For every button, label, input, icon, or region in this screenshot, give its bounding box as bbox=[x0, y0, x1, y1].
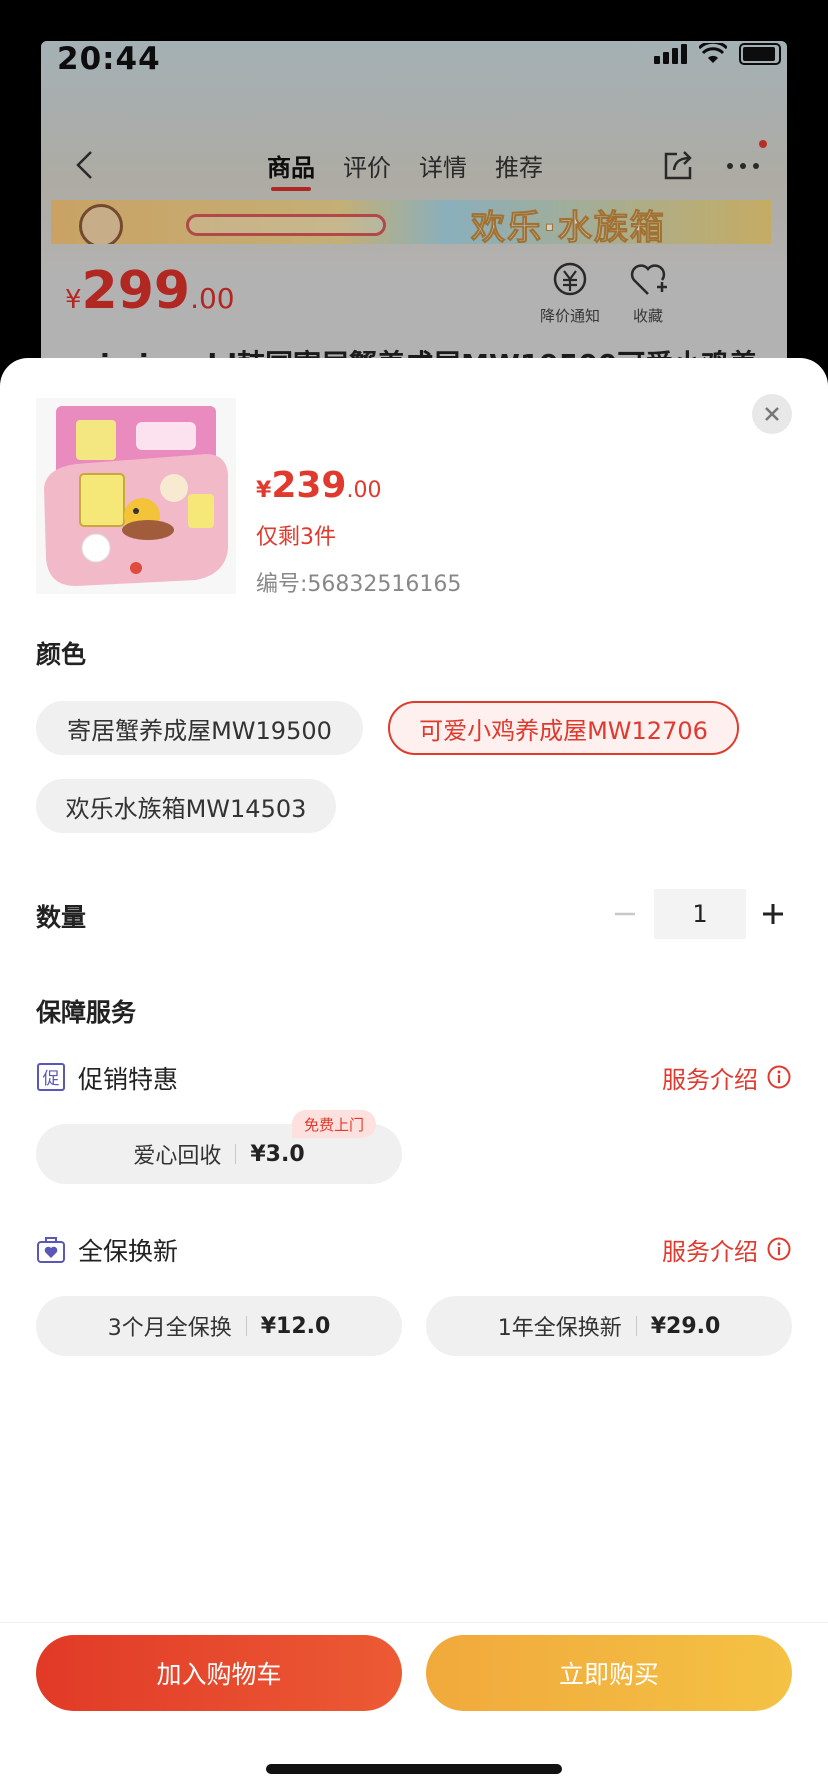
guarantee-section-title: 保障服务 bbox=[36, 998, 137, 1027]
sku-bottom-sheet: ¥239.00 仅剩3件 编号:56832516165 颜色 寄居蟹养成屋MW1… bbox=[0, 358, 828, 1792]
buy-now-button[interactable]: 立即购买 bbox=[426, 1635, 792, 1711]
option-price: ¥12.0 bbox=[260, 1313, 331, 1339]
product-thumbnail bbox=[36, 398, 236, 594]
promo-service-label: 促销特惠 bbox=[78, 1065, 179, 1094]
quantity-section-title: 数量 bbox=[36, 903, 87, 932]
divider bbox=[635, 1316, 637, 1336]
close-button[interactable] bbox=[752, 394, 792, 434]
promo-service-intro-link[interactable]: 服务介绍 bbox=[662, 1060, 758, 1095]
quantity-plus-icon[interactable] bbox=[758, 899, 788, 929]
color-option-chick[interactable]: 可爱小鸡养成屋MW12706 bbox=[388, 701, 739, 755]
color-option-aquarium[interactable]: 欢乐水族箱MW14503 bbox=[36, 779, 336, 833]
promo-service-row: 促 促销特惠 服务介绍 bbox=[36, 1058, 792, 1098]
option-1-year-replacement[interactable]: 1年全保换新 ¥29.0 bbox=[426, 1296, 792, 1356]
info-icon[interactable] bbox=[766, 1236, 792, 1262]
add-to-cart-button[interactable]: 加入购物车 bbox=[36, 1635, 402, 1711]
close-icon bbox=[765, 407, 779, 421]
divider bbox=[245, 1316, 247, 1336]
stock-remaining: 仅剩3件 bbox=[256, 525, 336, 550]
svg-text:促: 促 bbox=[43, 1069, 60, 1089]
footer-divider bbox=[0, 1622, 828, 1623]
replacement-service-label: 全保换新 bbox=[78, 1237, 179, 1266]
sku-price: ¥239.00 bbox=[256, 465, 381, 506]
price-integer: 239 bbox=[271, 465, 347, 506]
option-price: ¥29.0 bbox=[650, 1313, 721, 1339]
promo-tag-icon: 促 bbox=[37, 1063, 65, 1091]
quantity-minus-icon[interactable] bbox=[610, 899, 640, 929]
screen: 20:44 商品 评价 详情 推荐 欢乐·水族箱 ¥299.00 降价通知 收藏… bbox=[0, 0, 828, 1792]
modal-overlay[interactable] bbox=[0, 0, 828, 400]
color-section-title: 颜色 bbox=[36, 640, 87, 669]
replacement-service-row: 全保换新 服务介绍 bbox=[36, 1230, 792, 1270]
option-name: 3个月全保换 bbox=[107, 1316, 232, 1341]
info-icon[interactable] bbox=[766, 1064, 792, 1090]
home-indicator bbox=[266, 1764, 562, 1774]
replacement-service-intro-link[interactable]: 服务介绍 bbox=[662, 1232, 758, 1267]
option-3-month-replacement[interactable]: 3个月全保换 ¥12.0 bbox=[36, 1296, 402, 1356]
option-name: 1年全保换新 bbox=[497, 1316, 622, 1341]
option-name: 爱心回收 bbox=[133, 1144, 222, 1169]
color-option-hermit-crab[interactable]: 寄居蟹养成屋MW19500 bbox=[36, 701, 363, 755]
divider bbox=[235, 1144, 237, 1164]
protection-bag-icon bbox=[37, 1237, 65, 1263]
option-price: ¥3.0 bbox=[250, 1141, 305, 1167]
sku-number: 编号:56832516165 bbox=[256, 572, 462, 597]
price-decimal: .00 bbox=[346, 478, 382, 503]
quantity-input[interactable]: 1 bbox=[654, 889, 746, 939]
currency-symbol: ¥ bbox=[256, 478, 272, 503]
free-pickup-badge: 免费上门 bbox=[292, 1110, 377, 1138]
